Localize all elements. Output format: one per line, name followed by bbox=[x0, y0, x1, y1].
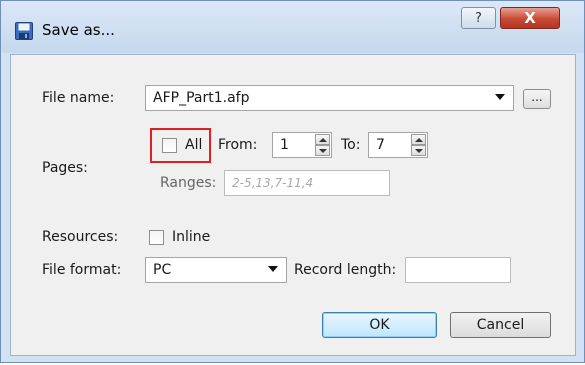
file-name-label: File name: bbox=[42, 90, 115, 106]
help-icon: ? bbox=[475, 10, 482, 26]
inline-checkbox[interactable] bbox=[149, 230, 164, 245]
ok-label: OK bbox=[369, 317, 390, 333]
resources-label: Resources: bbox=[42, 229, 119, 245]
help-button[interactable]: ? bbox=[461, 7, 496, 29]
record-length-input[interactable] bbox=[405, 257, 511, 283]
cancel-button[interactable]: Cancel bbox=[450, 312, 551, 338]
to-increment-button[interactable] bbox=[411, 134, 426, 145]
close-icon: X bbox=[524, 9, 536, 27]
to-stepper[interactable]: 7 bbox=[368, 132, 428, 158]
file-format-value: PC bbox=[153, 262, 172, 278]
file-name-combo[interactable]: AFP_Part1.afp bbox=[145, 85, 514, 111]
from-stepper[interactable]: 1 bbox=[272, 132, 332, 158]
chevron-down-icon[interactable] bbox=[268, 266, 278, 272]
ranges-label: Ranges: bbox=[160, 175, 217, 191]
to-decrement-button[interactable] bbox=[411, 145, 426, 156]
file-format-select[interactable]: PC bbox=[145, 257, 287, 283]
file-format-label: File format: bbox=[42, 262, 122, 278]
all-label: All bbox=[185, 137, 203, 153]
from-label: From: bbox=[218, 137, 258, 153]
ranges-input[interactable]: 2-5,13,7-11,4 bbox=[224, 170, 390, 196]
from-increment-button[interactable] bbox=[315, 134, 330, 145]
ok-button[interactable]: OK bbox=[322, 312, 437, 338]
to-value: 7 bbox=[376, 137, 385, 153]
cancel-label: Cancel bbox=[476, 317, 525, 333]
browse-button[interactable]: ... bbox=[523, 89, 551, 109]
close-button[interactable]: X bbox=[500, 7, 560, 29]
chevron-down-icon[interactable] bbox=[495, 94, 505, 100]
dialog-title: Save as... bbox=[42, 21, 115, 39]
title-bar[interactable]: Save as... ? X bbox=[1, 1, 584, 53]
floppy-disk-icon bbox=[15, 22, 33, 40]
record-length-label: Record length: bbox=[294, 262, 397, 278]
all-checkbox[interactable] bbox=[162, 138, 177, 153]
from-value: 1 bbox=[280, 137, 289, 153]
save-as-dialog: Save as... ? X File name: AFP_Part1.afp … bbox=[0, 0, 585, 363]
ranges-placeholder: 2-5,13,7-11,4 bbox=[232, 176, 314, 190]
from-decrement-button[interactable] bbox=[315, 145, 330, 156]
inline-label: Inline bbox=[172, 229, 211, 245]
pages-label: Pages: bbox=[42, 160, 88, 176]
dialog-body: File name: AFP_Part1.afp ... Pages: All … bbox=[10, 54, 576, 356]
file-name-value: AFP_Part1.afp bbox=[153, 90, 250, 106]
browse-label: ... bbox=[531, 90, 543, 104]
to-label: To: bbox=[341, 137, 361, 153]
